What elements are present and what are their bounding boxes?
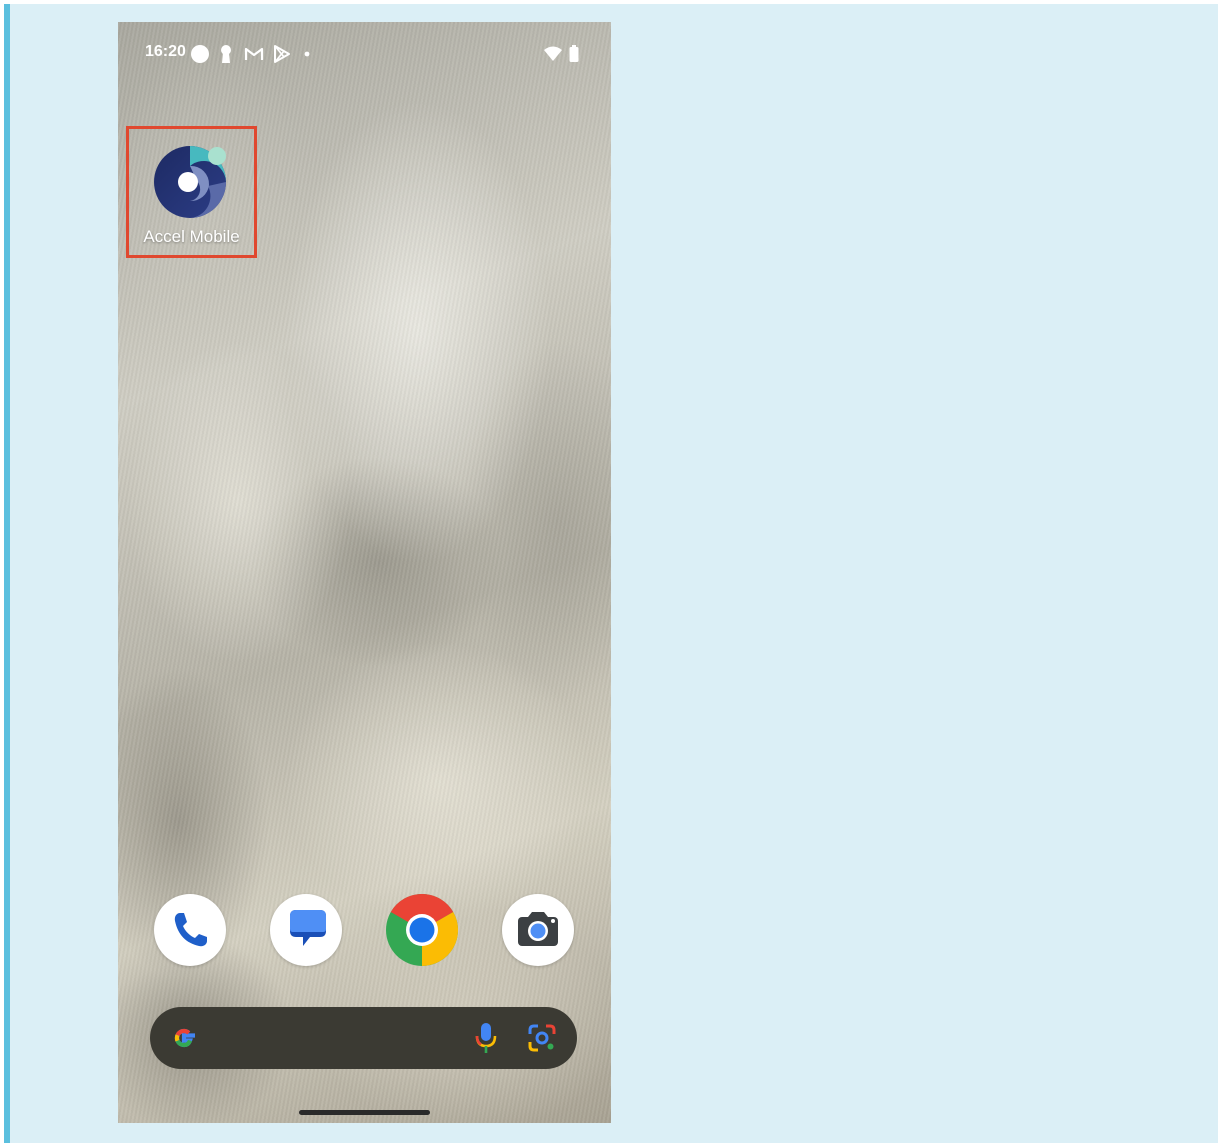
play-store-icon xyxy=(274,45,290,63)
keyhole-icon xyxy=(221,45,231,63)
camera-icon xyxy=(518,912,558,946)
battery-icon xyxy=(569,45,579,62)
google-search-bar[interactable] xyxy=(150,1007,577,1069)
wifi-icon xyxy=(544,46,562,61)
phone-app[interactable] xyxy=(154,894,226,966)
messages-app[interactable] xyxy=(270,894,342,966)
google-g-icon xyxy=(174,1028,195,1048)
accel-mobile-icon xyxy=(154,146,226,218)
gmail-icon xyxy=(244,47,264,60)
gesture-nav-handle[interactable] xyxy=(299,1110,430,1115)
app-label: Accel Mobile xyxy=(143,227,240,246)
status-bar: 16:20 xyxy=(118,22,611,82)
microphone-icon[interactable] xyxy=(472,1021,500,1055)
chrome-icon xyxy=(386,893,459,966)
chrome-app[interactable] xyxy=(386,893,459,966)
dot-icon xyxy=(304,51,310,57)
accel-mobile-app[interactable]: Accel Mobile xyxy=(126,126,257,258)
messages-icon xyxy=(290,910,326,946)
status-time: 16:20 xyxy=(145,43,186,60)
phone-screen: 16:20 Accel Mobile xyxy=(118,22,611,1123)
screenshot-panel: 16:20 Accel Mobile xyxy=(4,4,1218,1143)
google-lens-icon[interactable] xyxy=(526,1021,558,1055)
circle-icon xyxy=(191,45,209,63)
camera-app[interactable] xyxy=(502,894,574,966)
phone-icon xyxy=(174,913,207,947)
